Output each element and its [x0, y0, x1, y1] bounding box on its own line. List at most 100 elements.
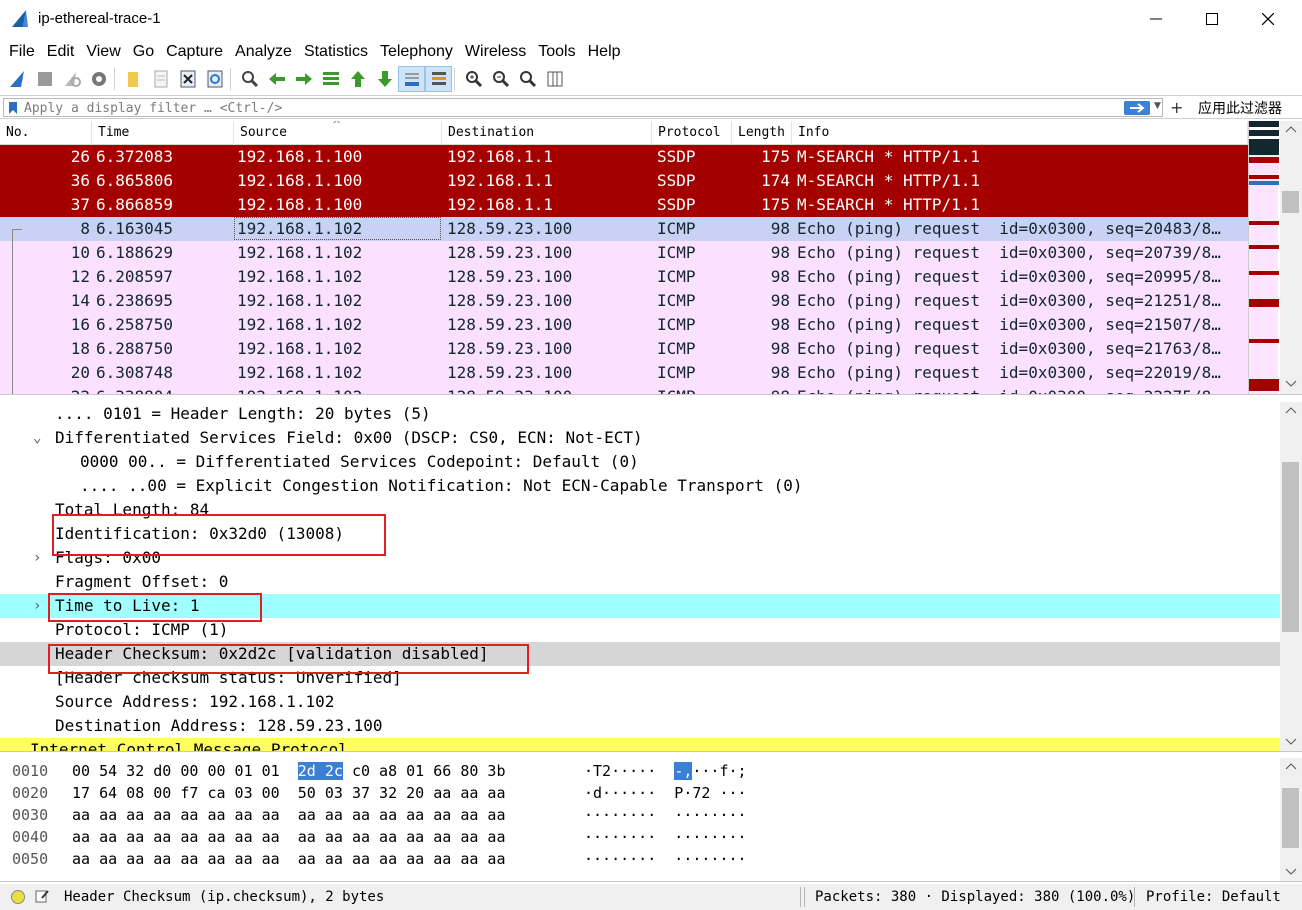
menu-tools[interactable]: Tools	[532, 43, 581, 61]
column-header-info[interactable]: Info	[792, 121, 1248, 145]
menu-edit[interactable]: Edit	[41, 43, 81, 61]
chevron-down-icon[interactable]	[1285, 738, 1297, 746]
menu-analyze[interactable]: Analyze	[229, 43, 298, 61]
menu-file[interactable]: File	[3, 43, 41, 61]
column-header-destination[interactable]: Destination	[442, 121, 652, 145]
bytes-row[interactable]: 0030 aa aa aa aa aa aa aa aa aa aa aa aa …	[0, 804, 1280, 826]
go-forward-button[interactable]	[290, 66, 317, 92]
menu-telephony[interactable]: Telephony	[374, 43, 459, 61]
packet-details-tree[interactable]: .... 0101 = Header Length: 20 bytes (5) ⌄…	[0, 402, 1302, 752]
menu-statistics[interactable]: Statistics	[298, 43, 374, 61]
column-header-no[interactable]: No.	[0, 121, 92, 145]
menu-wireless[interactable]: Wireless	[459, 43, 532, 61]
reload-file-button[interactable]	[201, 66, 228, 92]
bytes-row[interactable]: 0020 17 64 08 00 f7 ca 03 00 50 03 37 32 …	[0, 782, 1280, 804]
packet-list[interactable]: No. Time Source Destination Protocol Length In…	[0, 121, 1302, 395]
stop-capture-button[interactable]	[31, 66, 58, 92]
open-file-button[interactable]	[120, 66, 147, 92]
packet-dst: 192.168.1.1	[447, 195, 553, 214]
packet-info: Echo (ping) request id=0x0300, seq=22275…	[797, 385, 1221, 394]
expert-info-indicator-icon[interactable]	[11, 890, 25, 904]
autoscroll-button[interactable]	[398, 66, 425, 92]
start-capture-button[interactable]	[4, 66, 31, 92]
go-to-packet-button[interactable]	[317, 66, 344, 92]
chevron-right-icon[interactable]: ›	[33, 594, 45, 618]
menu-capture[interactable]: Capture	[160, 43, 229, 61]
column-header-protocol[interactable]: Protocol	[652, 121, 732, 145]
apply-arrow-icon[interactable]	[1124, 101, 1150, 115]
packet-list-scrollbar[interactable]	[1280, 121, 1302, 394]
restart-capture-button[interactable]	[58, 66, 85, 92]
chevron-right-icon[interactable]: ›	[33, 546, 45, 570]
bytes-row[interactable]: 0010 00 54 32 d0 00 00 01 01 2d 2c c0 a8 …	[0, 760, 1280, 782]
colorize-button[interactable]	[425, 66, 452, 92]
packet-info: Echo (ping) request id=0x0300, seq=20483…	[797, 219, 1221, 238]
chevron-up-icon[interactable]	[1285, 762, 1297, 770]
packet-row[interactable]: 8 6.163045 192.168.1.102 128.59.23.100 ICMP 9…	[0, 217, 1248, 241]
bookmark-icon[interactable]	[8, 101, 18, 115]
profile-selector[interactable]: Profile: Default	[1146, 884, 1281, 910]
zoom-out-button[interactable]	[487, 66, 514, 92]
packet-proto: ICMP	[657, 385, 696, 394]
packet-row[interactable]: 36 6.865806 192.168.1.100 192.168.1.1 SSDP 17…	[0, 169, 1248, 193]
edit-comment-icon[interactable]	[34, 888, 50, 904]
bytes-row[interactable]: 0040 aa aa aa aa aa aa aa aa aa aa aa aa …	[0, 826, 1280, 848]
detail-row[interactable]: 0000 00.. = Differentiated Services Code…	[0, 450, 1280, 474]
menu-go[interactable]: Go	[127, 43, 160, 61]
display-filter-input[interactable]: Apply a display filter … <Ctrl-/> ▼	[3, 98, 1163, 117]
minimize-button[interactable]	[1128, 0, 1184, 38]
find-packet-button[interactable]	[236, 66, 263, 92]
packet-row[interactable]: 10 6.188629 192.168.1.102 128.59.23.100 ICMP…	[0, 241, 1248, 265]
chevron-down-icon[interactable]: ⌄	[33, 426, 45, 450]
detail-row[interactable]: Fragment Offset: 0	[0, 570, 1280, 594]
scrollbar-thumb[interactable]	[1282, 191, 1299, 213]
zoom-in-button[interactable]	[460, 66, 487, 92]
detail-row[interactable]: Source Address: 192.168.1.102	[0, 690, 1280, 714]
go-back-button[interactable]	[263, 66, 290, 92]
packet-minimap[interactable]	[1248, 121, 1279, 394]
packet-time: 6.208597	[96, 267, 174, 286]
chevron-down-icon[interactable]: ⌄	[8, 738, 20, 751]
packet-row[interactable]: 18 6.288750 192.168.1.102 128.59.23.100 ICMP…	[0, 337, 1248, 361]
chevron-down-icon[interactable]	[1285, 868, 1297, 876]
chevron-down-icon[interactable]	[1285, 380, 1297, 388]
add-filter-button[interactable]: +	[1170, 98, 1183, 117]
packet-row[interactable]: 226.338804192.168.1.102128.59.23.100ICMP…	[0, 385, 1248, 394]
last-packet-button[interactable]	[371, 66, 398, 92]
close-window-button[interactable]	[1240, 0, 1296, 38]
chevron-up-icon[interactable]	[1285, 125, 1297, 133]
scrollbar-thumb[interactable]	[1282, 788, 1299, 848]
packet-row[interactable]: 26 6.372083 192.168.1.100 192.168.1.1 SSDP 17…	[0, 145, 1248, 169]
normal-size-button[interactable]	[514, 66, 541, 92]
resize-columns-button[interactable]	[541, 66, 568, 92]
close-file-button[interactable]	[174, 66, 201, 92]
packet-row[interactable]: 37 6.866859 192.168.1.100 192.168.1.1 SSDP 17…	[0, 193, 1248, 217]
detail-row[interactable]: .... ..00 = Explicit Congestion Notifica…	[0, 474, 1280, 498]
save-file-button[interactable]	[147, 66, 174, 92]
maximize-button[interactable]	[1184, 0, 1240, 38]
packet-row[interactable]: 14 6.238695 192.168.1.102 128.59.23.100 ICMP…	[0, 289, 1248, 313]
apply-filter-button[interactable]: 应用此过滤器	[1198, 98, 1282, 118]
hex-bytes: aa aa aa aa aa aa aa aa aa aa aa aa aa a…	[72, 848, 505, 870]
minimize-icon	[1150, 18, 1162, 20]
bytes-row[interactable]: 0050 aa aa aa aa aa aa aa aa aa aa aa aa …	[0, 848, 1280, 870]
packet-row[interactable]: 12 6.208597 192.168.1.102 128.59.23.100 ICMP…	[0, 265, 1248, 289]
menu-view[interactable]: View	[80, 43, 126, 61]
packet-row[interactable]: 20 6.308748 192.168.1.102 128.59.23.100 ICMP…	[0, 361, 1248, 385]
detail-row[interactable]: ⌄ Internet Control Message Protocol	[0, 738, 1280, 751]
packet-len: 98	[770, 267, 790, 286]
packet-bytes-pane[interactable]: 0010 00 54 32 d0 00 00 01 01 2d 2c c0 a8 …	[0, 758, 1302, 882]
capture-options-button[interactable]	[85, 66, 112, 92]
menu-help[interactable]: Help	[582, 43, 627, 61]
scrollbar-thumb[interactable]	[1282, 462, 1299, 632]
detail-row[interactable]: Destination Address: 128.59.23.100	[0, 714, 1280, 738]
packet-row[interactable]: 16 6.258750 192.168.1.102 128.59.23.100 ICMP…	[0, 313, 1248, 337]
detail-row[interactable]: .... 0101 = Header Length: 20 bytes (5)	[0, 402, 1280, 426]
chevron-down-icon[interactable]: ▼	[1154, 101, 1164, 115]
column-header-length[interactable]: Length	[732, 121, 792, 145]
detail-row[interactable]: ⌄ Differentiated Services Field: 0x00 (DS…	[0, 426, 1280, 450]
first-packet-button[interactable]	[344, 66, 371, 92]
packet-info: Echo (ping) request id=0x0300, seq=20995…	[797, 267, 1221, 286]
column-header-time[interactable]: Time	[92, 121, 234, 145]
chevron-up-icon[interactable]	[1285, 406, 1297, 414]
